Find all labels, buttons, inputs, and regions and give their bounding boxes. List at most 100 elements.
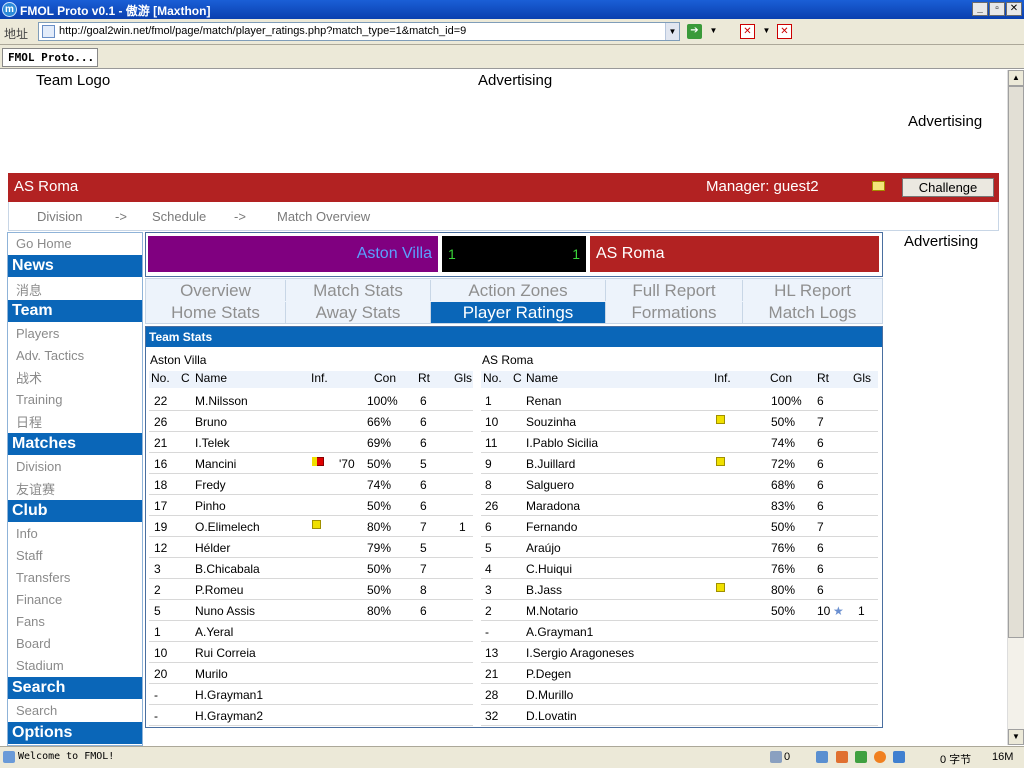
away-team[interactable]: AS Roma <box>590 236 879 272</box>
player-rating: 7 <box>817 520 824 534</box>
player-name[interactable]: I.Telek <box>195 436 230 450</box>
player-condition: 66% <box>367 415 392 429</box>
scroll-down-icon[interactable]: ▼ <box>1008 729 1024 745</box>
sidebar-heading-matches[interactable]: Matches <box>8 433 142 455</box>
tab-match-stats[interactable]: Match Stats <box>286 280 431 301</box>
breadcrumb-schedule[interactable]: Schedule <box>152 209 206 224</box>
close-tab-icon[interactable]: ✕ <box>777 24 792 39</box>
scroll-up-icon[interactable]: ▲ <box>1008 70 1024 86</box>
tab-player-ratings[interactable]: Player Ratings <box>431 302 606 323</box>
breadcrumb-division[interactable]: Division <box>37 209 83 224</box>
player-name[interactable]: I.Sergio Aragoneses <box>526 646 634 660</box>
sidebar-item-go-home[interactable]: Go Home <box>16 236 72 251</box>
go-icon[interactable]: ➔ <box>687 24 702 39</box>
sidebar-item-division[interactable]: Division <box>16 459 62 474</box>
sidebar-heading-team[interactable]: Team <box>8 300 142 322</box>
scroll-thumb[interactable] <box>1008 86 1024 638</box>
player-name[interactable]: Maradona <box>526 499 580 513</box>
player-number: 16 <box>154 457 168 471</box>
player-name[interactable]: Pinho <box>195 499 226 513</box>
player-name[interactable]: M.Nilsson <box>195 394 248 408</box>
player-name[interactable]: Araújo <box>526 541 561 555</box>
popup-blocker-icon[interactable] <box>836 751 848 763</box>
player-name[interactable]: D.Murillo <box>526 688 573 702</box>
player-name[interactable]: Bruno <box>195 415 227 429</box>
sidebar-item-adv-tactics[interactable]: Adv. Tactics <box>16 348 84 363</box>
player-name[interactable]: B.Juillard <box>526 457 575 471</box>
player-number: 19 <box>154 520 168 534</box>
player-name[interactable]: H.Grayman1 <box>195 688 263 702</box>
minimize-button[interactable]: _ <box>972 2 988 16</box>
player-name[interactable]: P.Degen <box>526 667 571 681</box>
col-gls: Gls <box>454 371 472 385</box>
sidebar-item-transfers[interactable]: Transfers <box>16 570 70 585</box>
vertical-scrollbar[interactable]: ▲ ▼ <box>1007 70 1024 745</box>
player-name[interactable]: Murilo <box>195 667 228 681</box>
ad-filter-icon[interactable] <box>855 751 867 763</box>
sidebar-heading-search[interactable]: Search <box>8 677 142 699</box>
trash-icon[interactable] <box>770 751 782 763</box>
player-name[interactable]: Renan <box>526 394 561 408</box>
sidebar-item-tactics-cn[interactable]: 战术 <box>16 368 42 387</box>
player-name[interactable]: P.Romeu <box>195 583 243 597</box>
player-name[interactable]: M.Notario <box>526 604 578 618</box>
player-name[interactable]: Souzinha <box>526 415 576 429</box>
maximize-button[interactable]: ▫ <box>989 2 1005 16</box>
sidebar-item-info[interactable]: Info <box>16 526 38 541</box>
player-name[interactable]: Fernando <box>526 520 577 534</box>
player-name[interactable]: A.Grayman1 <box>526 625 593 639</box>
sidebar-item-players[interactable]: Players <box>16 326 59 341</box>
sidebar-item-schedule-cn[interactable]: 日程 <box>16 412 42 431</box>
sidebar-item-search[interactable]: Search <box>16 703 57 718</box>
sidebar-item-stadium[interactable]: Stadium <box>16 658 64 673</box>
browser-tab[interactable]: FMOL Proto... <box>2 48 98 67</box>
player-name[interactable]: C.Huiqui <box>526 562 572 576</box>
stop-icon[interactable]: ✕ <box>740 24 755 39</box>
close-button[interactable]: ✕ <box>1006 2 1022 16</box>
sidebar-item-news-cn[interactable]: 消息 <box>16 280 42 299</box>
player-name[interactable]: Nuno Assis <box>195 604 255 618</box>
tab-formations[interactable]: Formations <box>606 302 743 323</box>
sidebar-item-board[interactable]: Board <box>16 636 51 651</box>
sidebar-item-friendly-cn[interactable]: 友谊赛 <box>16 479 55 498</box>
tab-overview[interactable]: Overview <box>146 280 286 301</box>
player-name[interactable]: D.Lovatin <box>526 709 577 723</box>
stop-dropdown-icon[interactable]: ▼ <box>759 24 774 39</box>
sync-icon[interactable] <box>816 751 828 763</box>
player-name[interactable]: Hélder <box>195 541 230 555</box>
sidebar-heading-club[interactable]: Club <box>8 500 142 522</box>
url-dropdown-icon[interactable]: ▼ <box>665 23 679 40</box>
gear-icon[interactable] <box>874 751 886 763</box>
player-name[interactable]: Rui Correia <box>195 646 256 660</box>
player-name[interactable]: H.Grayman2 <box>195 709 263 723</box>
sidebar-item-training[interactable]: Training <box>16 392 62 407</box>
home-team[interactable]: Aston Villa <box>148 236 438 272</box>
challenge-button[interactable]: Challenge <box>902 178 994 197</box>
mail-icon[interactable] <box>872 181 885 191</box>
sidebar-item-staff[interactable]: Staff <box>16 548 43 563</box>
sidebar-heading-news[interactable]: News <box>8 255 142 277</box>
sidebar-item-fans[interactable]: Fans <box>16 614 45 629</box>
url-input[interactable]: http://goal2win.net/fmol/page/match/play… <box>38 22 680 41</box>
tab-match-logs[interactable]: Match Logs <box>743 302 882 323</box>
player-name[interactable]: Salguero <box>526 478 574 492</box>
player-name[interactable]: B.Chicabala <box>195 562 260 576</box>
player-name[interactable]: Fredy <box>195 478 226 492</box>
table-row: 26 Maradona 83% 6 <box>481 495 878 516</box>
tab-hl-report[interactable]: HL Report <box>743 280 882 301</box>
screen-capture-icon[interactable] <box>893 751 905 763</box>
player-name[interactable]: I.Pablo Sicilia <box>526 436 598 450</box>
player-number: 4 <box>485 562 492 576</box>
player-name[interactable]: Mancini <box>195 457 236 471</box>
tab-away-stats[interactable]: Away Stats <box>286 302 431 323</box>
sidebar-heading-options[interactable]: Options <box>8 722 142 744</box>
tab-full-report[interactable]: Full Report <box>606 280 743 301</box>
player-name[interactable]: A.Yeral <box>195 625 233 639</box>
go-dropdown-icon[interactable]: ▼ <box>706 24 721 39</box>
sidebar-item-finance[interactable]: Finance <box>16 592 62 607</box>
player-name[interactable]: B.Jass <box>526 583 562 597</box>
tab-home-stats[interactable]: Home Stats <box>146 302 286 323</box>
tab-action-zones[interactable]: Action Zones <box>431 280 606 301</box>
breadcrumb-match-overview[interactable]: Match Overview <box>277 209 370 224</box>
player-name[interactable]: O.Elimelech <box>195 520 260 534</box>
